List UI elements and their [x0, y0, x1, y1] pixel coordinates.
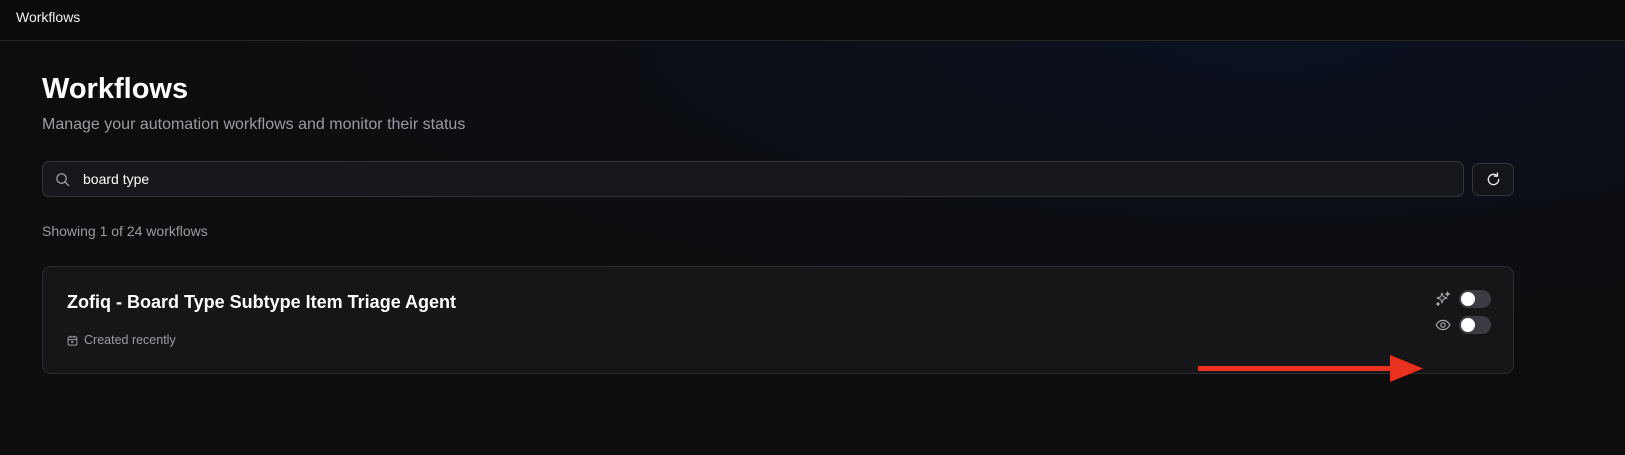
result-count: Showing 1 of 24 workflows — [42, 223, 208, 239]
visibility-toggle[interactable] — [1459, 316, 1491, 334]
ai-toggle[interactable] — [1459, 290, 1491, 308]
sparkles-icon — [1435, 291, 1451, 307]
main-content: Workflows Manage your automation workflo… — [0, 41, 1625, 455]
visibility-toggle-knob — [1461, 318, 1475, 332]
top-bar-title: Workflows — [16, 9, 81, 25]
workflow-title[interactable]: Zofiq - Board Type Subtype Item Triage A… — [67, 292, 456, 313]
refresh-button[interactable] — [1472, 163, 1514, 196]
annotation-arrow — [1198, 355, 1423, 382]
top-bar: Workflows — [0, 0, 1625, 41]
search-box[interactable] — [42, 161, 1464, 197]
refresh-icon — [1487, 172, 1499, 186]
search-icon — [56, 173, 70, 187]
workflow-created-text: Created recently — [84, 333, 176, 347]
page-title: Workflows — [42, 73, 189, 105]
search-input[interactable] — [83, 163, 1453, 195]
workflow-created-meta: Created recently — [67, 333, 176, 347]
calendar-icon — [67, 335, 78, 346]
eye-icon — [1435, 319, 1451, 331]
ai-toggle-knob — [1461, 292, 1475, 306]
page-subtitle: Manage your automation workflows and mon… — [42, 116, 466, 133]
